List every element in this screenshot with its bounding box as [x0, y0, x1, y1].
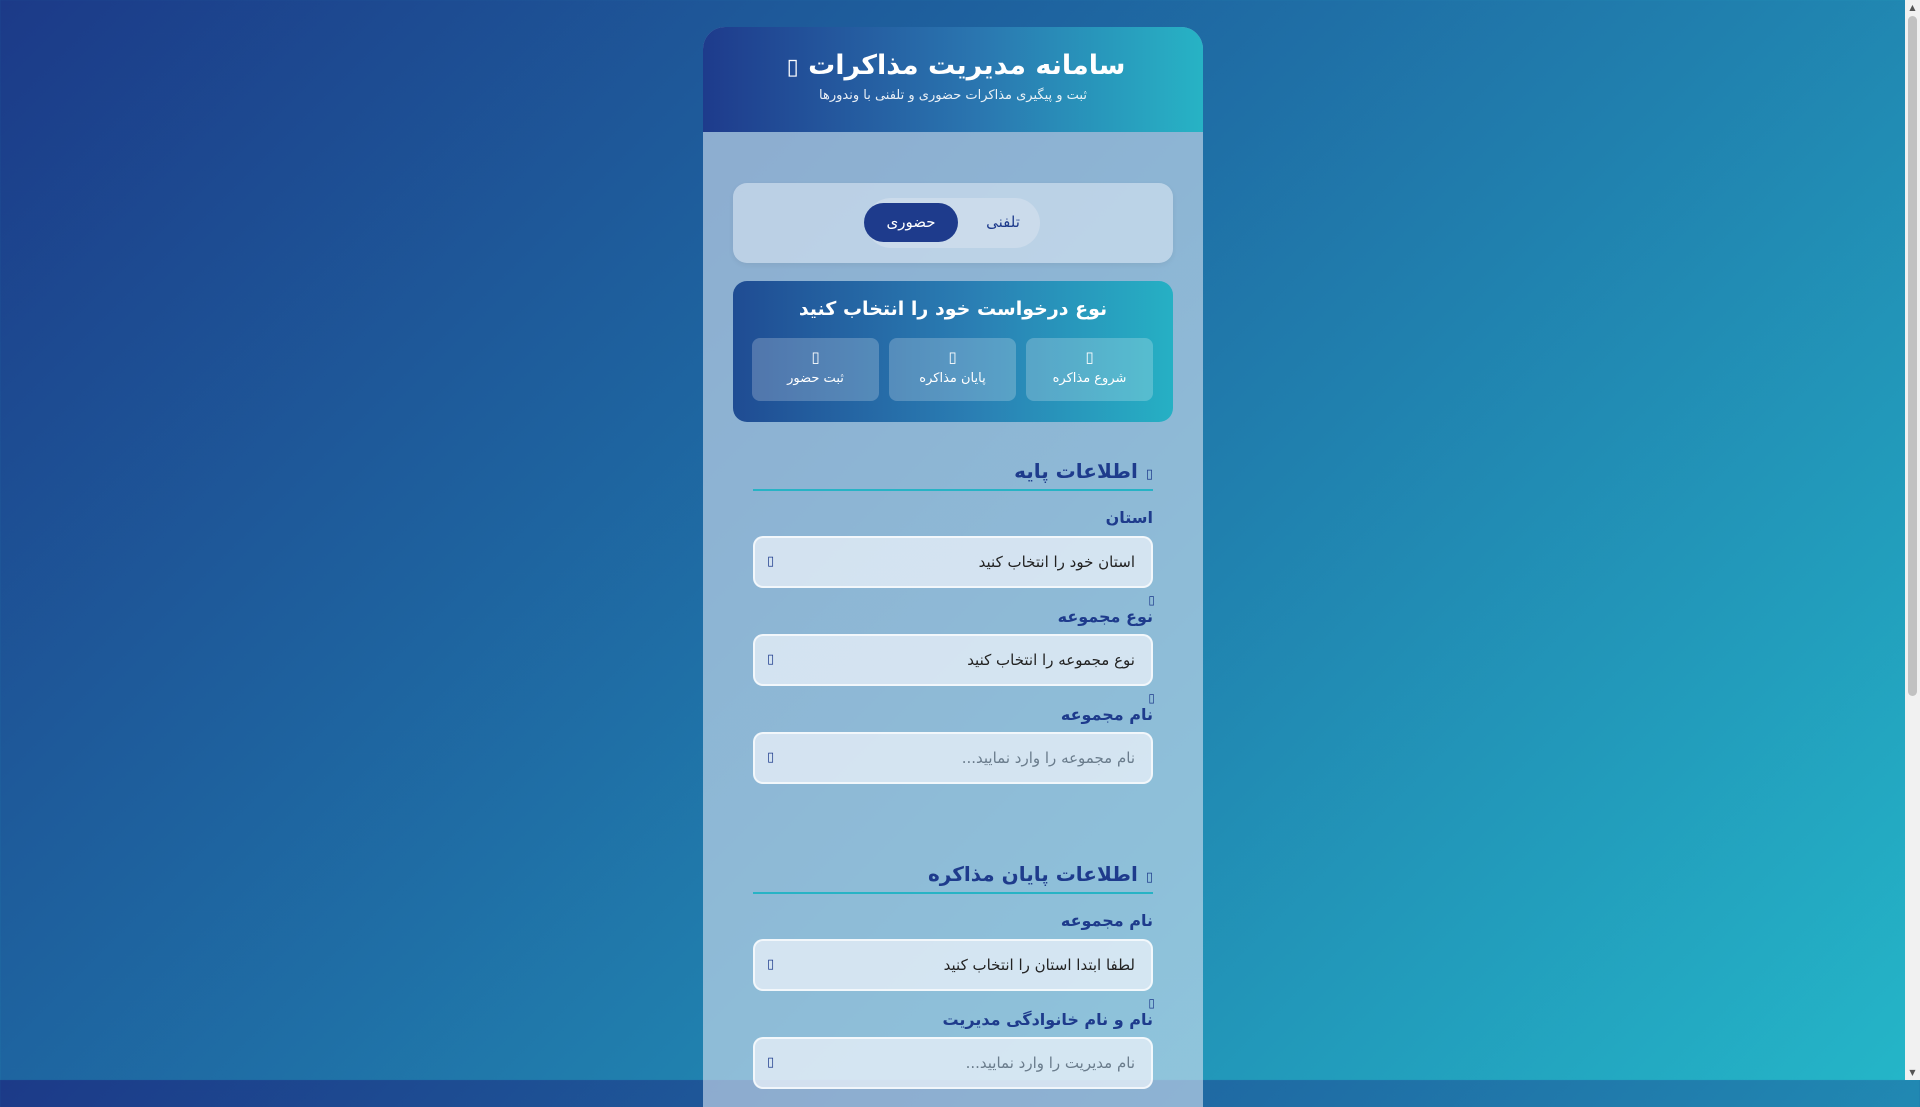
- basic-info-title-text: اطلاعات پایه: [1014, 459, 1138, 483]
- chevron-down-icon: ▯: [767, 957, 775, 972]
- main-card: سامانه مدیریت مذاکرات ▯ ثبت و پیگیری مذا…: [703, 27, 1203, 1107]
- request-type-title: نوع درخواست خود را انتخاب کنید: [798, 298, 1108, 320]
- app-title-text: سامانه مدیریت مذاکرات: [808, 50, 1126, 81]
- register-attendance-label: ثبت حضور: [787, 371, 844, 386]
- scroll-up-icon[interactable]: ▲: [1905, 0, 1920, 15]
- mode-panel: حضوری تلفنی: [733, 183, 1173, 263]
- collection-type-label: ▯ نوع مجموعه: [753, 593, 1155, 626]
- required-mark-icon: ▯: [1148, 996, 1155, 1010]
- mode-phone-button[interactable]: تلفنی: [956, 203, 1050, 242]
- end-negotiation-icon: ▯: [948, 348, 957, 366]
- info-icon: ▯: [1145, 467, 1153, 482]
- mode-toggle: حضوری تلفنی: [864, 198, 1040, 248]
- register-attendance-icon: ▯: [811, 348, 820, 366]
- start-negotiation-label: شروع مذاکره: [1052, 371, 1127, 386]
- request-type-buttons: ▯ شروع مذاکره ▯ پایان مذاکره ▯ ثبت حضور: [752, 338, 1153, 401]
- manager-name-label: ▯ نام و نام خانوادگی مدیریت: [753, 996, 1155, 1029]
- request-type-panel: نوع درخواست خود را انتخاب کنید ▯ شروع مذ…: [733, 281, 1173, 422]
- end-info-title-text: اطلاعات پایان مذاکره: [927, 862, 1138, 886]
- start-negotiation-button[interactable]: ▯ شروع مذاکره: [1026, 338, 1153, 401]
- app-title: سامانه مدیریت مذاکرات ▯: [703, 27, 1203, 85]
- required-mark-icon: ▯: [1148, 593, 1155, 607]
- app-subtitle: ثبت و پیگیری مذاکرات حضوری و تلفنی با ون…: [819, 88, 1087, 103]
- chevron-down-icon: ▯: [767, 652, 775, 667]
- province-select[interactable]: استان خود را انتخاب کنید ▯: [753, 536, 1153, 588]
- app-logo-icon: ▯: [786, 55, 799, 80]
- end-collection-name-value: لطفا ابتدا استان را انتخاب کنید: [943, 956, 1135, 974]
- end-negotiation-label: پایان مذاکره: [919, 371, 986, 386]
- building-icon: ▯: [767, 750, 775, 765]
- province-select-value: استان خود را انتخاب کنید: [978, 553, 1135, 571]
- collection-type-select[interactable]: نوع مجموعه را انتخاب کنید ▯: [753, 634, 1153, 686]
- collection-name-label-text: نام مجموعه: [1060, 705, 1153, 724]
- chevron-down-icon: ▯: [767, 554, 775, 569]
- start-negotiation-icon: ▯: [1085, 348, 1094, 366]
- collection-name-input[interactable]: نام مجموعه را وارد نمایید... ▯: [753, 732, 1153, 784]
- collection-name-placeholder: نام مجموعه را وارد نمایید...: [961, 749, 1135, 767]
- app-header: سامانه مدیریت مذاکرات ▯ ثبت و پیگیری مذا…: [703, 27, 1203, 132]
- page-scrollbar[interactable]: ▲ ▼: [1905, 0, 1920, 1080]
- end-negotiation-button[interactable]: ▯ پایان مذاکره: [889, 338, 1016, 401]
- end-collection-name-label: نام مجموعه: [1060, 911, 1153, 930]
- required-mark-icon: ▯: [1148, 691, 1155, 705]
- end-collection-name-select[interactable]: لطفا ابتدا استان را انتخاب کنید ▯: [753, 939, 1153, 991]
- collection-type-label-text: نوع مجموعه: [1057, 607, 1153, 626]
- info-icon: ▯: [1145, 870, 1153, 885]
- scroll-down-icon[interactable]: ▼: [1905, 1065, 1920, 1080]
- scrollbar-thumb[interactable]: [1908, 16, 1917, 696]
- collection-type-select-value: نوع مجموعه را انتخاب کنید: [967, 651, 1135, 669]
- manager-name-input[interactable]: نام مدیریت را وارد نمایید... ▯: [753, 1037, 1153, 1089]
- basic-info-section-title: ▯ اطلاعات پایه: [753, 459, 1153, 491]
- province-label: استان: [1105, 508, 1153, 527]
- register-attendance-button[interactable]: ▯ ثبت حضور: [752, 338, 879, 401]
- end-info-section-title: ▯ اطلاعات پایان مذاکره: [753, 862, 1153, 894]
- mode-in-person-button[interactable]: حضوری: [864, 203, 958, 242]
- collection-name-label: ▯ نام مجموعه: [753, 691, 1155, 724]
- manager-name-label-text: نام و نام خانوادگی مدیریت: [942, 1010, 1153, 1029]
